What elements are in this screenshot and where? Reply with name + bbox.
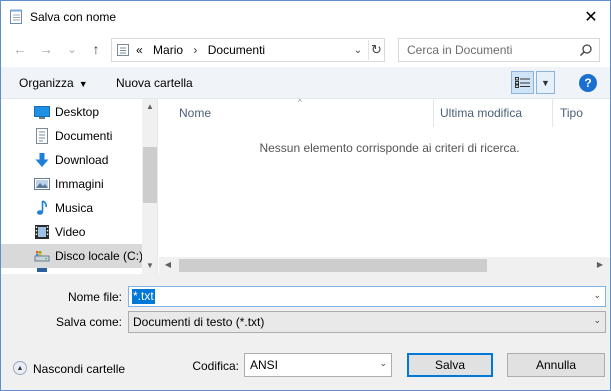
view-options-dropdown[interactable]: ▼ (536, 71, 555, 94)
save-type-value: Documenti di testo (*.txt) (133, 315, 265, 329)
navigation-bar: ← → ⌄ ↑ « Mario › Documenti ⌄ ↻ Cerca in… (1, 32, 610, 67)
sidebar-item-label: Musica (55, 201, 94, 215)
document-icon (36, 128, 48, 144)
scroll-up-icon[interactable]: ▲ (145, 102, 155, 112)
hide-folders-label: Nascondi cartelle (33, 362, 126, 376)
download-icon (35, 153, 49, 167)
chevron-down-icon: ⌄ (353, 44, 363, 56)
organize-label: Organizza (19, 76, 74, 90)
refresh-button[interactable]: ↻ (368, 40, 384, 60)
save-type-label: Salva come: (55, 315, 122, 329)
up-button[interactable]: ↑ (87, 40, 105, 58)
column-header-nome[interactable]: Nome (179, 106, 211, 134)
close-button[interactable]: ✕ (573, 1, 609, 32)
window-title: Salva con nome (30, 10, 117, 24)
back-button[interactable]: ← (11, 40, 29, 58)
sidebar-item-video[interactable]: Video (1, 220, 142, 244)
sidebar-scrollbar[interactable]: ▲ ▼ (142, 99, 157, 274)
address-history-button[interactable]: ⌄ (350, 41, 366, 59)
help-icon: ? (584, 76, 592, 90)
encoding-select[interactable]: ANSI ⌄ (244, 353, 392, 377)
column-header-ultima-modifica[interactable]: Ultima modifica (440, 106, 522, 134)
change-view-button[interactable] (511, 71, 534, 94)
scrollbar-thumb[interactable] (179, 259, 487, 272)
chevron-down-icon: ⌄ (67, 43, 77, 56)
sidebar-item-label: Disco locale (C:) (55, 249, 144, 263)
notepad-icon (10, 9, 22, 24)
sidebar-item-musica[interactable]: Musica (1, 196, 142, 220)
new-folder-button[interactable]: Nuova cartella (116, 76, 193, 90)
sidebar-item-label: Immagini (55, 177, 104, 191)
caret-down-icon: ▼ (78, 79, 88, 89)
column-divider[interactable] (552, 99, 553, 127)
search-placeholder: Cerca in Documenti (407, 43, 513, 57)
file-list: Nome ^ Ultima modifica Tipo Nessun eleme… (159, 98, 610, 274)
file-list-horizontal-scrollbar[interactable]: ◀ ▶ (159, 257, 610, 274)
sidebar-item-desktop[interactable]: Desktop (1, 100, 142, 124)
forward-button[interactable]: → (37, 40, 55, 58)
breadcrumb-overflow[interactable]: « (136, 43, 143, 57)
sort-ascending-icon: ^ (298, 98, 302, 107)
details-view-icon (515, 77, 530, 88)
documents-folder-icon (117, 44, 129, 56)
address-bar[interactable]: « Mario › Documenti ⌄ ↻ (111, 38, 385, 62)
scrollbar-thumb[interactable] (143, 147, 157, 203)
collapse-icon: ▲ (13, 361, 27, 375)
save-type-select[interactable]: Documenti di testo (*.txt) ⌄ (128, 311, 606, 333)
organize-menu-button[interactable]: Organizza ▼ (19, 76, 88, 90)
column-header-tipo[interactable]: Tipo (560, 106, 583, 134)
music-icon (37, 200, 47, 215)
filename-value[interactable]: *.txt (132, 289, 155, 304)
search-icon (579, 44, 592, 57)
forward-arrow-icon: → (39, 41, 53, 57)
drive-icon (34, 251, 50, 262)
scroll-down-icon[interactable]: ▼ (145, 261, 155, 271)
caret-down-icon: ▼ (541, 77, 550, 88)
sidebar-item-download[interactable]: Download (1, 148, 142, 172)
sidebar-item-label: Desktop (55, 105, 100, 119)
sidebar-item-label: Documenti (55, 129, 113, 143)
breadcrumb-item-mario[interactable]: Mario (153, 43, 183, 57)
search-input[interactable]: Cerca in Documenti (398, 38, 600, 62)
chevron-down-icon: ⌄ (593, 315, 601, 325)
back-arrow-icon: ← (13, 41, 27, 57)
breadcrumb: « Mario › Documenti (136, 43, 265, 57)
network-icon (37, 268, 47, 272)
sidebar-item-disco-locale[interactable]: Disco locale (C:) (1, 244, 144, 268)
refresh-icon: ↻ (371, 42, 382, 57)
save-options-panel: Nome file: *.txt ⌄ Salva come: Documenti… (1, 274, 610, 390)
command-bar: Organizza ▼ Nuova cartella ▼ ? (1, 67, 610, 99)
breadcrumb-separator-icon[interactable]: › (193, 43, 197, 57)
recent-locations-button[interactable]: ⌄ (63, 40, 81, 58)
scroll-left-icon[interactable]: ◀ (163, 260, 173, 270)
chevron-down-icon[interactable]: ⌄ (593, 290, 601, 301)
cancel-button[interactable]: Annulla (507, 353, 605, 377)
close-icon: ✕ (584, 8, 598, 26)
scroll-right-icon[interactable]: ▶ (595, 260, 605, 270)
video-icon (35, 225, 49, 239)
sidebar-item-immagini[interactable]: Immagini (1, 172, 142, 196)
chevron-down-icon: ⌄ (379, 358, 387, 368)
encoding-label: Codifica: (192, 359, 239, 373)
title-bar: Salva con nome ✕ (1, 1, 610, 32)
help-button[interactable]: ? (579, 74, 597, 92)
filename-label: Nome file: (67, 290, 122, 304)
sidebar-item-documenti[interactable]: Documenti (1, 124, 142, 148)
save-button[interactable]: Salva (407, 353, 493, 377)
desktop-icon (34, 106, 50, 119)
column-divider[interactable] (433, 99, 434, 127)
up-arrow-icon: ↑ (92, 41, 100, 57)
save-as-dialog: Salva con nome ✕ ← → ⌄ ↑ « Mario › Docum… (0, 0, 611, 391)
sidebar-item-label: Video (55, 225, 86, 239)
filename-field[interactable]: *.txt ⌄ (128, 286, 606, 307)
new-folder-label: Nuova cartella (116, 76, 193, 90)
navigation-pane: Desktop Documenti Download Immagini Musi… (1, 99, 158, 274)
encoding-value: ANSI (250, 358, 279, 372)
breadcrumb-item-documenti[interactable]: Documenti (208, 43, 265, 57)
sidebar-item-label: Download (55, 153, 109, 167)
pictures-icon (34, 178, 50, 190)
empty-folder-message: Nessun elemento corrisponde ai criteri d… (259, 141, 520, 155)
